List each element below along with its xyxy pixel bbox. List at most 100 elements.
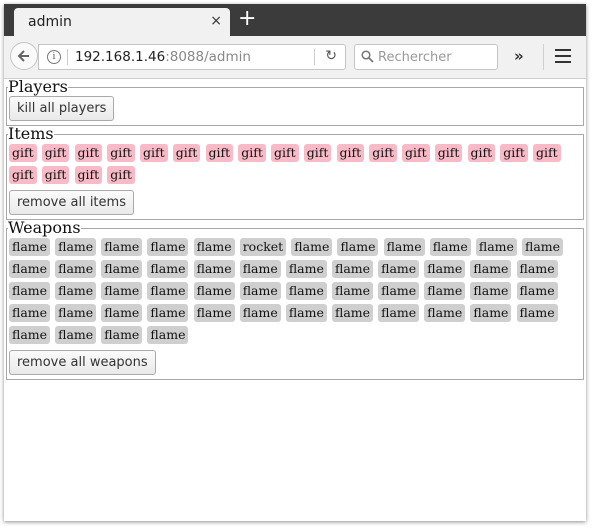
weapon-chip[interactable]: flame [101, 238, 143, 256]
item-chip[interactable]: gift [74, 144, 103, 162]
search-input[interactable]: Rechercher [354, 44, 498, 70]
kill-all-players-button[interactable]: kill all players [9, 96, 115, 121]
item-chip[interactable]: gift [107, 144, 135, 162]
item-chip[interactable]: gift [533, 144, 561, 162]
weapon-chip[interactable]: flame [470, 304, 512, 322]
weapon-chip[interactable]: flame [239, 282, 281, 300]
items-legend: Items [8, 124, 54, 143]
item-chip[interactable]: gift [140, 144, 168, 162]
weapon-chip[interactable]: flame [101, 282, 143, 300]
weapon-chip[interactable]: flame [424, 304, 466, 322]
item-chip[interactable]: gift [500, 144, 528, 162]
weapon-chip[interactable]: flame [147, 304, 189, 322]
weapon-chip[interactable]: flame [424, 260, 466, 278]
weapon-chip[interactable]: flame [378, 304, 420, 322]
item-chip[interactable]: gift [41, 166, 70, 184]
weapon-chip[interactable]: flame [378, 260, 420, 278]
browser-window: admin × + i 192.168.1.46:8088/admin ↻ Re… [4, 4, 586, 521]
weapon-chip[interactable]: flame [470, 260, 512, 278]
weapon-chip[interactable]: flame [331, 282, 374, 300]
url-bar[interactable]: i 192.168.1.46:8088/admin ↻ [38, 44, 346, 70]
item-chip[interactable]: gift [9, 166, 37, 184]
weapon-chip[interactable]: flame [337, 238, 379, 256]
reload-divider [314, 49, 315, 65]
item-chip[interactable]: gift [74, 166, 103, 184]
weapon-chip[interactable]: flame [239, 260, 281, 278]
weapon-chip[interactable]: flame [378, 282, 420, 300]
item-chip[interactable]: gift [172, 144, 201, 162]
remove-all-items-button[interactable]: remove all items [9, 190, 134, 215]
item-chip[interactable]: gift [369, 144, 397, 162]
weapon-chip[interactable]: flame [9, 304, 51, 322]
hamburger-menu-icon[interactable] [555, 49, 571, 67]
weapon-chip[interactable]: flame [193, 260, 235, 278]
url-host: 192.168.1.46 [75, 49, 166, 65]
item-chip[interactable]: gift [467, 144, 496, 162]
weapon-chip[interactable]: flame [475, 238, 517, 256]
weapon-chip[interactable]: flame [424, 282, 466, 300]
weapon-chip[interactable]: flame [285, 260, 327, 278]
url-text: 192.168.1.46:8088/admin [75, 49, 251, 65]
weapon-chip[interactable]: flame [55, 282, 97, 300]
back-button[interactable] [10, 42, 38, 70]
weapon-chip[interactable]: flame [101, 260, 143, 278]
weapon-chip[interactable]: flame [55, 260, 97, 278]
weapon-chip[interactable]: flame [429, 238, 471, 256]
weapon-chip[interactable]: flame [147, 326, 189, 344]
weapon-chip[interactable]: flame [9, 326, 51, 344]
weapon-chip[interactable]: flame [9, 260, 51, 278]
weapon-chip[interactable]: flame [291, 238, 333, 256]
weapon-chip[interactable]: flame [147, 238, 189, 256]
weapon-chip[interactable]: flame [147, 260, 189, 278]
weapon-chip[interactable]: flame [193, 282, 235, 300]
weapons-legend: Weapons [8, 218, 81, 237]
weapon-chip[interactable]: flame [383, 238, 425, 256]
item-chip[interactable]: gift [271, 144, 299, 162]
overflow-menu-icon[interactable]: » [514, 47, 524, 65]
weapon-chip[interactable]: flame [522, 238, 564, 256]
close-tab-icon[interactable]: × [210, 13, 222, 29]
weapon-chip[interactable]: flame [101, 326, 143, 344]
item-chip[interactable]: gift [9, 144, 37, 162]
item-chip[interactable]: gift [238, 144, 266, 162]
weapon-chip[interactable]: flame [9, 238, 51, 256]
weapon-chip[interactable]: flame [516, 304, 558, 322]
weapon-chip[interactable]: rocket [239, 238, 287, 256]
weapon-chip[interactable]: flame [331, 260, 374, 278]
weapon-chip[interactable]: flame [147, 282, 189, 300]
new-tab-button[interactable]: + [238, 7, 256, 31]
weapon-chip[interactable]: flame [193, 304, 235, 322]
items-list: gift gift gift gift gift gift gift gift … [9, 142, 581, 186]
weapon-chip[interactable]: flame [9, 282, 51, 300]
remove-all-weapons-button[interactable]: remove all weapons [9, 350, 156, 375]
weapon-chip[interactable]: flame [470, 282, 512, 300]
item-chip[interactable]: gift [336, 144, 365, 162]
info-icon[interactable]: i [47, 50, 61, 64]
weapon-chip[interactable]: flame [516, 282, 558, 300]
back-arrow-icon [17, 50, 29, 62]
weapon-chip[interactable]: flame [101, 304, 143, 322]
search-icon [361, 50, 374, 63]
tab-admin[interactable]: admin × [14, 8, 230, 36]
weapon-chip[interactable]: flame [55, 326, 97, 344]
players-legend: Players [8, 77, 68, 96]
weapon-chip[interactable]: flame [55, 238, 97, 256]
weapon-chip[interactable]: flame [285, 304, 327, 322]
weapon-chip[interactable]: flame [516, 260, 558, 278]
reload-icon[interactable]: ↻ [325, 48, 337, 64]
weapon-chip[interactable]: flame [193, 238, 235, 256]
tab-title: admin [28, 14, 72, 30]
item-chip[interactable]: gift [303, 144, 332, 162]
url-divider [67, 49, 68, 65]
weapon-chip[interactable]: flame [331, 304, 374, 322]
weapon-chip[interactable]: flame [55, 304, 97, 322]
item-chip[interactable]: gift [107, 166, 135, 184]
item-chip[interactable]: gift [205, 144, 234, 162]
weapon-chip[interactable]: flame [285, 282, 327, 300]
weapon-chip[interactable]: flame [239, 304, 281, 322]
item-chip[interactable]: gift [434, 144, 463, 162]
item-chip[interactable]: gift [41, 144, 70, 162]
admin-page: Players kill all players Items gift gift… [4, 79, 586, 380]
item-chip[interactable]: gift [402, 144, 430, 162]
navigation-bar: i 192.168.1.46:8088/admin ↻ Rechercher » [4, 36, 586, 79]
